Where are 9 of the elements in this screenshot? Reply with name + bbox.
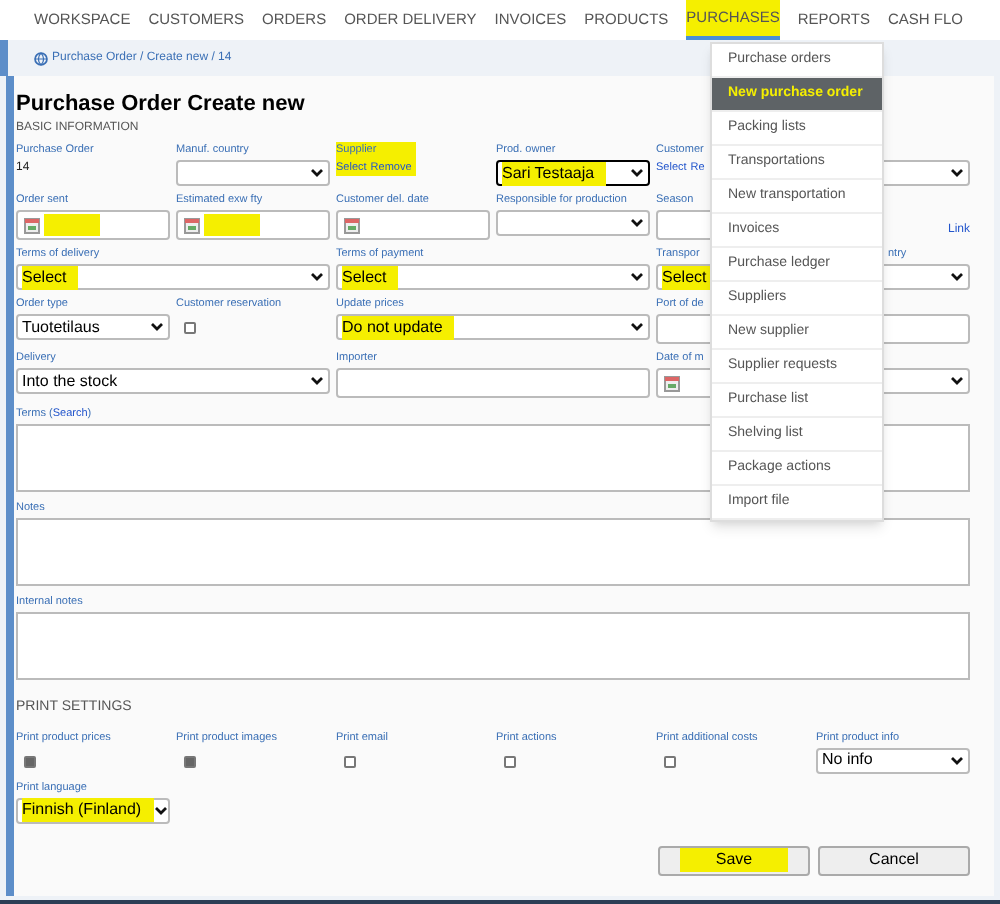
select-value: Tuotetilaus: [22, 315, 102, 339]
select-value: Select: [22, 265, 79, 289]
select-value: Sari Testaaja: [502, 161, 607, 185]
page-title: Purchase Order Create new: [16, 92, 305, 116]
select-value: Select: [342, 265, 399, 289]
select-value: No info: [822, 748, 875, 772]
select-value: Do not update: [342, 315, 455, 339]
select-value: Finnish (Finland): [22, 798, 154, 822]
select-value: Into the stock: [22, 369, 120, 393]
